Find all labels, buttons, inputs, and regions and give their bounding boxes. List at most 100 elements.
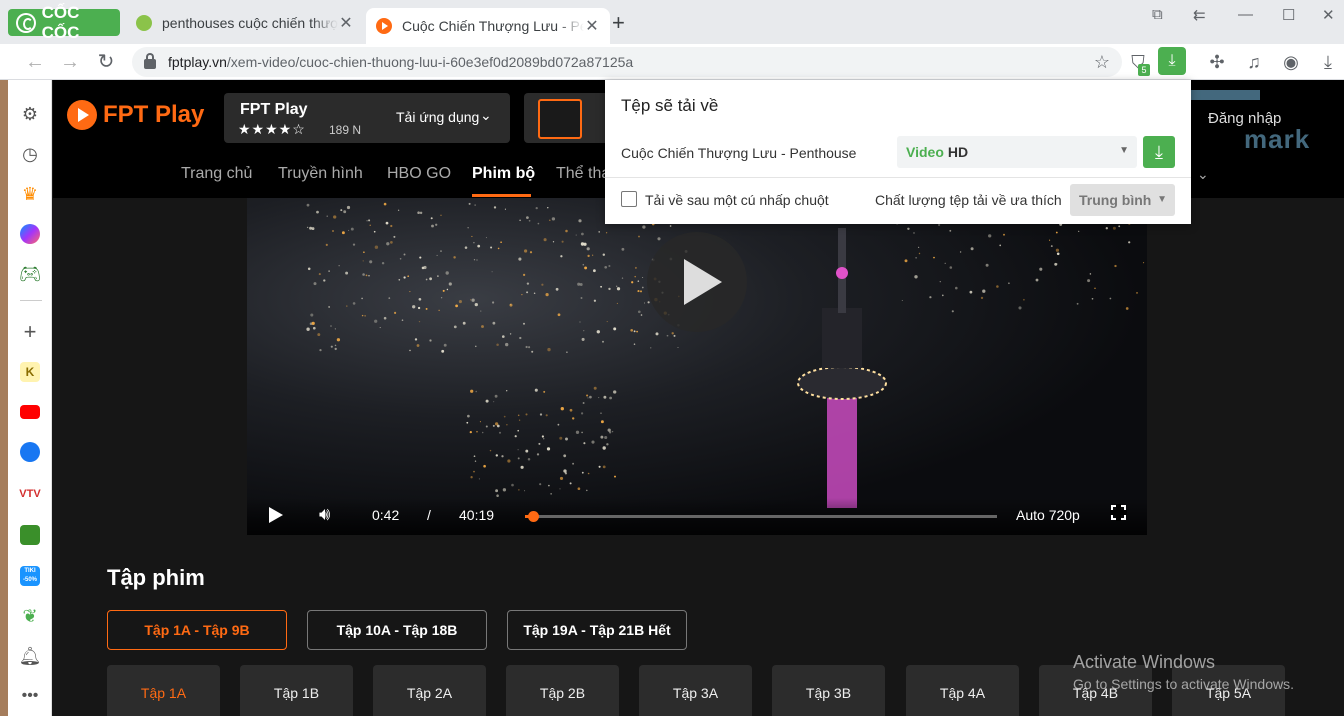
city-light-dot [559,436,563,440]
close-tab-icon[interactable]: ✕ [584,16,600,36]
city-light-dot [1128,241,1131,244]
maximize-icon[interactable]: ☐ [1282,6,1295,24]
video-player[interactable]: 🔊︎ 0:42 / 40:19 Auto 720p [247,198,1147,535]
youtube-icon[interactable] [18,400,42,424]
episode-button[interactable]: Tập 3A [639,665,752,716]
crown-icon[interactable]: ♛ [18,182,42,206]
volume-icon[interactable]: 🔊︎ [319,504,330,525]
city-light-dot [483,464,486,468]
reload-icon[interactable]: ↻ [93,49,119,75]
city-light-dot [412,305,416,309]
vtv-icon[interactable]: VTV [18,482,42,506]
nav-more-chevron-icon[interactable]: ⌄ [1197,166,1209,183]
city-light-dot [505,342,509,347]
facebook-icon[interactable] [18,440,42,464]
k-icon[interactable]: K [18,360,42,384]
city-light-dot [350,227,354,231]
city-light-dot [334,328,336,330]
city-light-dot [323,279,326,282]
download-button[interactable]: ⤓ [1143,136,1175,168]
episode-button[interactable]: Tập 2B [506,665,619,716]
downloads-icon[interactable]: ⤓ [1318,52,1338,72]
minimize-icon[interactable]: — [1238,6,1253,23]
tab-penthouses-search[interactable]: penthouses cuộc chiến thượng lưu ✕ [126,8,364,38]
extensions-icon[interactable]: ✣ [1207,52,1227,72]
tab-search-icon[interactable]: ⇇ [1193,6,1206,24]
city-light-dot [565,229,568,233]
city-light-dot [1035,278,1039,282]
seek-bar[interactable] [525,511,997,522]
media-icon[interactable]: ♫ [1244,52,1264,72]
city-light-dot [528,219,531,222]
city-light-dot [336,338,341,342]
tiki-icon[interactable]: TIKI -50% [18,564,42,588]
address-bar[interactable]: fptplay.vn/xem-video/cuoc-chien-thuong-l… [132,47,1122,77]
close-window-icon[interactable]: ✕ [1322,6,1335,24]
coccoc-brand-button[interactable]: CỐC CỐC [8,3,120,42]
episode-range-tab[interactable]: Tập 19A - Tập 21B Hết [507,610,687,650]
big-play-button[interactable] [647,232,747,332]
add-icon[interactable]: + [18,319,42,344]
city-light-dot [416,344,420,347]
city-light-dot [613,390,617,394]
city-light-dot [587,397,589,399]
episode-button[interactable]: Tập 2A [373,665,486,716]
city-light-dot [555,287,559,291]
fullscreen-icon[interactable] [1110,504,1127,521]
one-click-download-checkbox[interactable] [621,191,637,207]
fptplay-logo[interactable]: FPT Play [67,100,204,130]
city-light-dot [519,219,521,222]
city-light-dot [485,237,487,239]
nav-item-hbo[interactable]: HBO GO [387,165,451,183]
game2-icon[interactable] [18,523,42,547]
savior-download-button[interactable]: ⤓ [1158,47,1186,75]
episode-button[interactable]: Tập 1B [240,665,353,716]
nav-item-series[interactable]: Phim bộ [472,165,535,183]
game-icon[interactable]: 🎮︎ [18,262,42,286]
lock-icon[interactable] [144,53,156,69]
city-light-dot [1056,252,1060,256]
bookmark-star-icon[interactable]: ☆ [1092,52,1112,72]
city-light-dot [409,291,411,293]
preferred-quality-select[interactable]: Trung bình ▼ [1070,184,1175,216]
city-light-dot [1055,231,1058,234]
episode-button[interactable]: Tập 3B [772,665,885,716]
city-light-dot [414,338,418,341]
quality-button[interactable]: Auto 720p [1016,507,1080,523]
messenger-icon[interactable] [18,222,42,246]
city-light-dot [466,421,469,424]
city-light-dot [1003,233,1005,236]
episode-button[interactable]: Tập 4A [906,665,1019,716]
episode-range-tab[interactable]: Tập 10A - Tập 18B [307,610,487,650]
city-light-dot [368,274,370,277]
close-tab-icon[interactable]: ✕ [338,13,354,33]
more-icon[interactable]: ••• [18,684,42,708]
history-icon[interactable]: ◷ [18,142,42,166]
nav-item-home[interactable]: Trang chủ [181,165,252,183]
bell-icon[interactable]: 🔔︎ [18,644,42,668]
app-qr-card[interactable] [524,93,614,143]
profile-icon[interactable]: ◉ [1281,52,1301,72]
new-tab-icon[interactable]: + [612,10,625,36]
seek-handle[interactable] [528,511,540,522]
app-download-banner[interactable]: FPT Play ★★★★☆ 189 N Tải ứng dụng ⌄ [224,93,510,143]
leaf-favicon-icon [136,15,152,31]
gear-icon[interactable]: ⚙ [18,102,42,126]
episode-range-tab[interactable]: Tập 1A - Tập 9B [107,610,287,650]
one-click-download-label[interactable]: Tải về sau một cú nhấp chuột [645,192,829,208]
play-icon[interactable] [269,507,283,523]
forward-icon[interactable]: → [57,49,83,75]
city-light-dot [602,465,606,469]
nav-item-tv[interactable]: Truyền hình [278,165,363,183]
leaf-icon[interactable]: ❦ [18,604,42,628]
city-light-dot [549,219,551,221]
city-light-dot [526,291,529,294]
city-light-dot [500,241,502,244]
screenshot-icon[interactable]: ⧉ [1152,6,1163,23]
episode-button[interactable]: Tập 1A [107,665,220,716]
tab-fptplay-video[interactable]: Cuộc Chiến Thượng Lưu - Penthouse ✕ [366,8,610,44]
city-light-dot [495,454,498,457]
city-light-dot [475,390,477,393]
format-select[interactable]: Video HD ▼ [897,136,1137,168]
back-icon[interactable]: ← [22,49,48,75]
